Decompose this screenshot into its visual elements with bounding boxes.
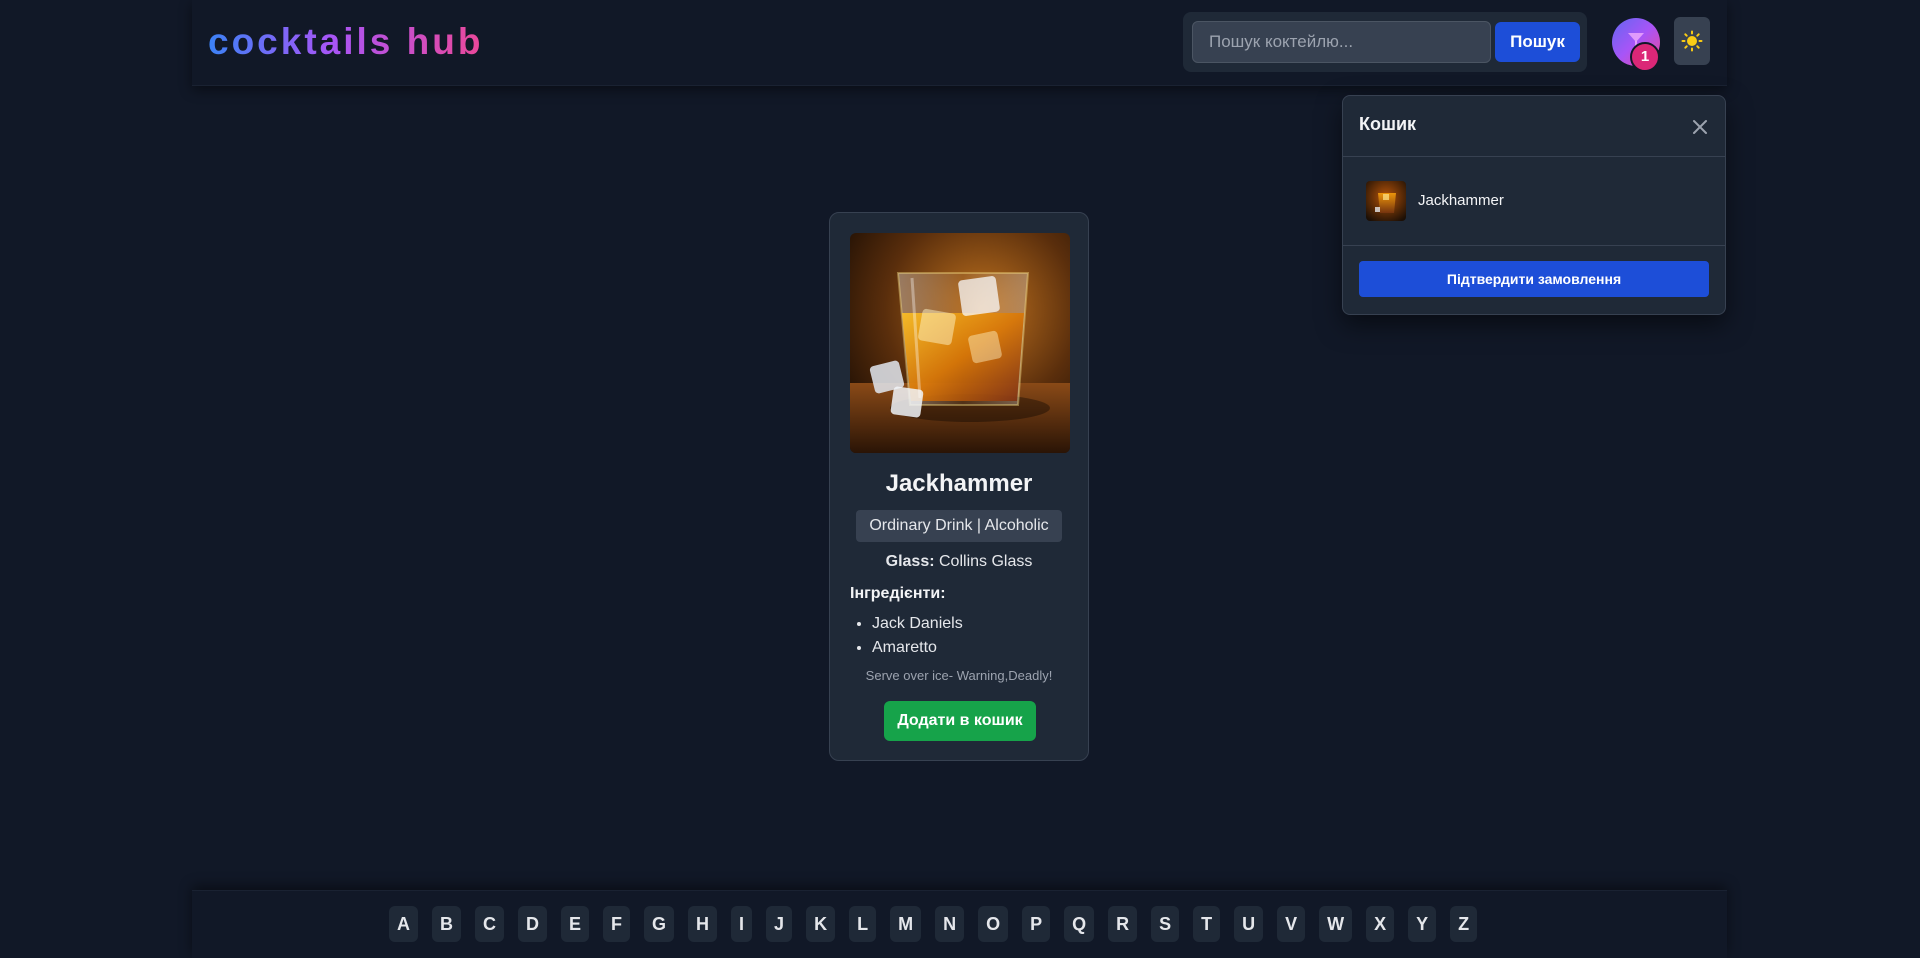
search-button[interactable]: Пошук — [1495, 22, 1580, 62]
cocktail-name: Jackhammer — [885, 470, 1033, 497]
letter-button-q[interactable]: Q — [1064, 906, 1095, 942]
glass-value: Collins Glass — [939, 553, 1033, 570]
letter-button-a[interactable]: A — [389, 906, 418, 942]
cart-button[interactable]: 1 — [1612, 18, 1660, 72]
letter-button-t[interactable]: T — [1193, 906, 1221, 942]
letter-button-c[interactable]: C — [475, 906, 504, 942]
cart-title: Кошик — [1359, 114, 1417, 134]
top-header: cocktails hub Пошук 1 — [192, 0, 1727, 86]
search-input[interactable] — [1192, 21, 1491, 63]
letter-button-b[interactable]: B — [432, 906, 461, 942]
ingredient-item: Amaretto — [872, 636, 963, 660]
theme-toggle-button[interactable] — [1674, 17, 1710, 65]
letter-button-l[interactable]: L — [849, 906, 877, 942]
ingredient-item: Jack Daniels — [872, 612, 963, 636]
search-bar: Пошук — [1183, 12, 1587, 72]
letter-button-i[interactable]: I — [731, 906, 753, 942]
sun-icon — [1681, 30, 1703, 52]
glass-info: Glass: Collins Glass — [830, 553, 1088, 571]
letter-button-f[interactable]: F — [603, 906, 631, 942]
ingredients-heading: Інгредієнти: — [850, 585, 946, 602]
letter-button-k[interactable]: K — [806, 906, 836, 942]
category-badge: Ordinary Drink | Alcoholic — [856, 510, 1062, 542]
site-logo[interactable]: cocktails hub — [208, 18, 483, 66]
letter-button-d[interactable]: D — [518, 906, 547, 942]
cart-item-name: Jackhammer — [1418, 192, 1504, 209]
cocktail-image — [850, 233, 1070, 453]
letter-button-v[interactable]: V — [1277, 906, 1306, 942]
cart-panel: Кошик Jackhammer Підтвердити замовлення — [1342, 95, 1726, 315]
cart-count-badge: 1 — [1630, 42, 1660, 72]
letter-button-e[interactable]: E — [561, 906, 590, 942]
letter-button-w[interactable]: W — [1319, 906, 1353, 942]
letter-button-o[interactable]: O — [978, 906, 1009, 942]
cart-item-thumbnail — [1366, 181, 1406, 221]
letter-button-z[interactable]: Z — [1450, 906, 1478, 942]
close-icon[interactable] — [1691, 118, 1709, 136]
instructions-text: Serve over ice- Warning,Deadly! — [865, 668, 1053, 683]
letter-button-n[interactable]: N — [935, 906, 965, 942]
letter-button-x[interactable]: X — [1366, 906, 1395, 942]
letter-button-s[interactable]: S — [1151, 906, 1180, 942]
letter-button-j[interactable]: J — [766, 906, 793, 942]
cocktail-card: Jackhammer Ordinary Drink | Alcoholic Gl… — [829, 212, 1089, 761]
alphabet-nav: ABCDEFGHIJKLMNOPQRSTUVWXYZ — [389, 906, 1491, 942]
letter-button-y[interactable]: Y — [1408, 906, 1437, 942]
letter-button-r[interactable]: R — [1108, 906, 1138, 942]
cart-item: Jackhammer — [1343, 157, 1725, 245]
divider — [1343, 245, 1725, 246]
letter-button-u[interactable]: U — [1234, 906, 1264, 942]
letter-button-h[interactable]: H — [688, 906, 718, 942]
ingredients-list: Jack Daniels Amaretto — [850, 612, 963, 660]
letter-button-g[interactable]: G — [644, 906, 675, 942]
confirm-order-button[interactable]: Підтвердити замовлення — [1359, 261, 1709, 297]
letter-button-m[interactable]: M — [890, 906, 922, 942]
alphabet-footer: ABCDEFGHIJKLMNOPQRSTUVWXYZ — [192, 890, 1727, 958]
letter-button-p[interactable]: P — [1022, 906, 1051, 942]
add-to-cart-button[interactable]: Додати в кошик — [884, 701, 1036, 741]
glass-label: Glass: — [885, 553, 935, 570]
